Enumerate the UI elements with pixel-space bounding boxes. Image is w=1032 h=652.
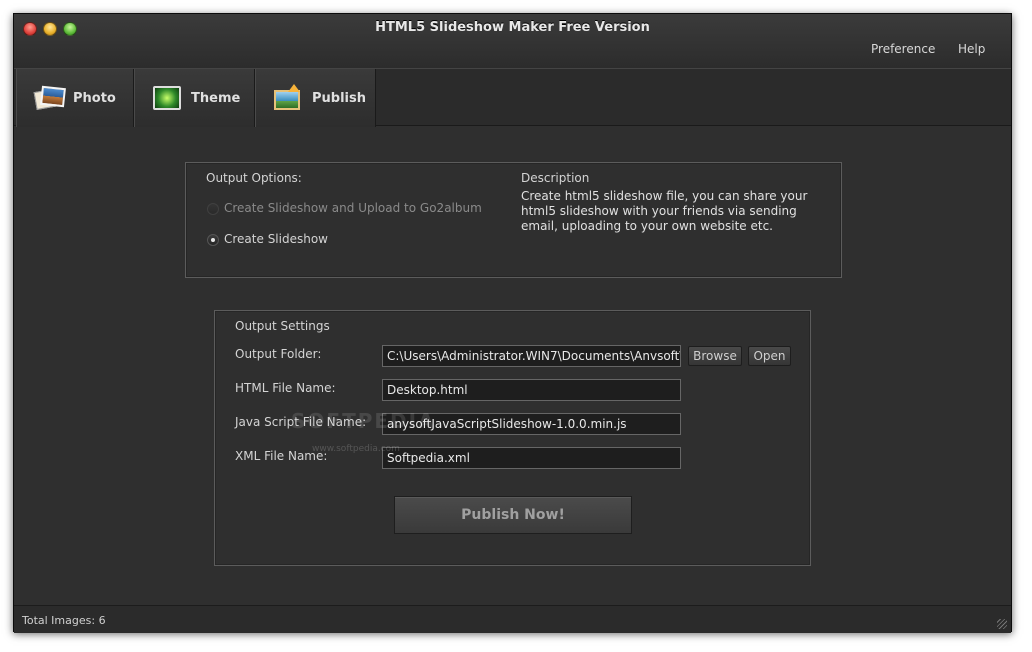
output-folder-label: Output Folder: bbox=[235, 347, 322, 361]
radio-create-slideshow-label: Create Slideshow bbox=[224, 232, 328, 246]
xml-file-name-field[interactable]: Softpedia.xml bbox=[382, 447, 681, 469]
html-file-name-label: HTML File Name: bbox=[235, 381, 336, 395]
tab-photo-label: Photo bbox=[73, 90, 116, 106]
resize-grip-icon[interactable] bbox=[997, 619, 1007, 629]
browse-button[interactable]: Browse bbox=[688, 346, 742, 366]
description-heading: Description bbox=[521, 171, 590, 185]
menu-help[interactable]: Help bbox=[958, 42, 985, 56]
app-window: HTML5 Slideshow Maker Free Version Prefe… bbox=[13, 13, 1012, 633]
tab-publish[interactable]: Publish bbox=[255, 69, 376, 127]
photo-icon bbox=[33, 84, 66, 112]
radio-create-slideshow[interactable] bbox=[207, 234, 219, 246]
total-images-status: Total Images: 6 bbox=[22, 614, 106, 627]
description-text: Create html5 slideshow file, you can sha… bbox=[521, 189, 808, 233]
output-options-panel: Output Options: Create Slideshow and Upl… bbox=[185, 162, 842, 278]
status-bar: Total Images: 6 bbox=[14, 605, 1011, 633]
html-file-name-field[interactable]: Desktop.html bbox=[382, 379, 681, 401]
tab-bar: Photo Theme Publish bbox=[14, 68, 1011, 127]
menu-preference[interactable]: Preference bbox=[871, 42, 935, 56]
theme-icon bbox=[151, 84, 183, 112]
open-button[interactable]: Open bbox=[748, 346, 791, 366]
publish-icon bbox=[272, 84, 304, 112]
radio-upload-go2album-label: Create Slideshow and Upload to Go2album bbox=[224, 201, 482, 215]
output-options-heading: Output Options: bbox=[206, 171, 302, 185]
tab-photo[interactable]: Photo bbox=[16, 69, 134, 127]
softpedia-watermark: SOFTPEDIA bbox=[291, 409, 436, 433]
title-bar: HTML5 Slideshow Maker Free Version Prefe… bbox=[14, 14, 1011, 68]
publish-now-button[interactable]: Publish Now! bbox=[394, 496, 632, 534]
output-folder-field[interactable]: C:\Users\Administrator.WIN7\Documents\An… bbox=[382, 345, 681, 367]
softpedia-watermark-url: www.softpedia.com bbox=[312, 444, 400, 454]
tab-theme-label: Theme bbox=[191, 90, 241, 106]
tab-publish-label: Publish bbox=[312, 90, 366, 106]
radio-upload-go2album[interactable] bbox=[207, 203, 219, 215]
output-settings-heading: Output Settings bbox=[235, 319, 330, 333]
output-settings-panel: Output Settings Output Folder: C:\Users\… bbox=[214, 310, 811, 566]
window-title: HTML5 Slideshow Maker Free Version bbox=[375, 20, 650, 35]
tab-theme[interactable]: Theme bbox=[134, 69, 255, 127]
